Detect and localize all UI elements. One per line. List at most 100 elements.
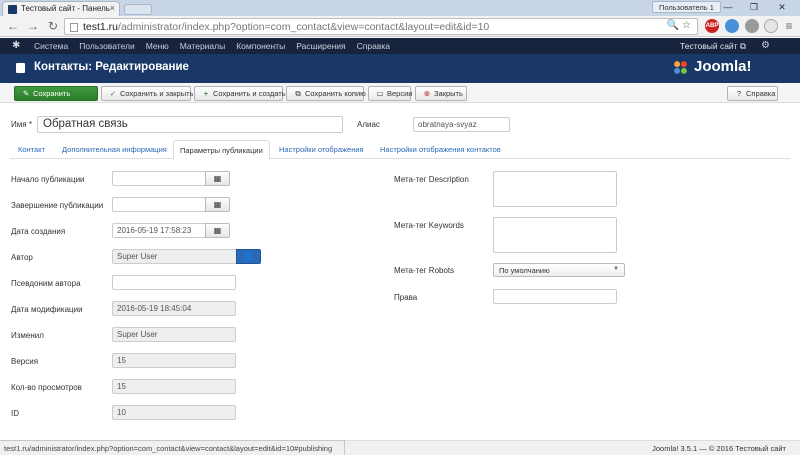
forward-icon[interactable]: → [26,19,40,33]
publish-up-calendar-button[interactable]: ▦ [205,171,230,186]
address-bar[interactable]: test1.ru/administrator/index.php?option=… [64,18,698,35]
versions-button[interactable]: ▭ Версии [368,86,412,101]
author-label: Автор [11,253,33,262]
created-input[interactable]: 2016-05-19 17:58:23 [112,223,206,238]
meta-keywords-label: Мета-тег Keywords [394,221,464,230]
cancel-icon: ⊗ [423,89,431,98]
tab-contact-display-settings[interactable]: Настройки отображения контактов [374,140,507,159]
browser-tab-title: Тестовый сайт - Панель [21,4,110,13]
meta-robots-select[interactable]: По умолчанию ▼ [493,263,625,277]
browser-menu-icon[interactable]: ≡ [782,19,796,33]
publish-up-label: Начало публикации [11,175,85,184]
help-button[interactable]: ? Справка [727,86,778,101]
hits-label: Кол-во просмотров [11,383,82,392]
meta-robots-label: Мета-тег Robots [394,266,455,275]
alias-author-input[interactable] [112,275,236,290]
new-tab-button[interactable] [124,4,152,15]
calendar-icon: ▦ [213,174,222,183]
created-calendar-button[interactable]: ▦ [205,223,230,238]
menu-users[interactable]: Пользователи [79,38,134,54]
menu-help[interactable]: Справка [357,38,390,54]
id-input: 10 [112,405,236,420]
back-icon[interactable]: ← [6,19,20,33]
admin-top-nav: ✱ Система Пользователи Меню Материалы Ко… [0,38,800,54]
modified-input: 2016-05-19 18:45:04 [112,301,236,316]
publish-down-label: Завершение публикации [11,201,104,210]
save-copy-button[interactable]: ⧉ Сохранить копию [286,86,366,101]
joomla-brand-icon [674,61,687,74]
url-host: test1.ru [83,21,119,33]
window-minimize-button[interactable]: — [718,1,738,13]
save-close-button[interactable]: ✓ Сохранить и закрыть [101,86,193,101]
copy-icon: ⧉ [295,89,301,98]
menu-system[interactable]: Система [34,38,68,54]
menu-content[interactable]: Материалы [180,38,226,54]
publish-down-input[interactable] [112,197,206,212]
publish-down-calendar-button[interactable]: ▦ [205,197,230,212]
edit-tabs: Контакт Дополнительная информация Параме… [10,140,790,160]
tab-publishing[interactable]: Параметры публикации [173,140,270,160]
meta-description-textarea[interactable] [493,171,617,207]
close-tab-icon[interactable]: × [110,3,115,13]
plus-icon: + [203,89,209,98]
bookmark-star-icon[interactable]: 🔍 ☆ [667,20,691,31]
hits-input: 15 [112,379,236,394]
admin-menu: Система Пользователи Меню Материалы Комп… [34,38,401,54]
admin-footer: Joomla! 3.5.1 — © 2016 Тестовый сайт [344,440,800,455]
profile-badge[interactable]: Пользователь 1 [652,1,721,13]
select-author-button[interactable]: 👤 [236,249,261,264]
tab-contact[interactable]: Контакт [12,140,51,159]
page-header: Контакты: Редактирование Joomla! [0,54,800,83]
extension-icon-3[interactable] [764,19,778,33]
chevron-down-icon: ▼ [613,266,619,272]
modified-label: Дата модификации [11,305,83,314]
tab-misc-info[interactable]: Дополнительная информация [56,140,173,159]
version-input: 15 [112,353,236,368]
created-label: Дата создания [11,227,66,236]
version-label: Версия [11,357,39,366]
save-new-button[interactable]: + Сохранить и создать [194,86,286,101]
browser-tab-strip: Тестовый сайт - Панель × Пользователь 1 … [0,0,800,16]
contact-icon [16,63,25,73]
name-input[interactable]: Обратная связь [37,116,343,133]
save-button[interactable]: ✎ Сохранить [14,86,98,101]
menu-components[interactable]: Компоненты [236,38,285,54]
window-maximize-button[interactable]: ❐ [744,1,764,13]
window-close-button[interactable]: ✕ [772,1,792,13]
check-icon: ✓ [109,89,117,98]
id-label: ID [11,409,19,418]
meta-robots-value: По умолчанию [499,266,550,275]
publish-up-input[interactable] [112,171,206,186]
alias-input[interactable]: obratnaya-svyaz [413,117,510,132]
browser-tab[interactable]: Тестовый сайт - Панель × [2,1,120,16]
joomla-logo-icon[interactable]: ✱ [12,41,22,51]
name-label: Имя * [11,120,32,129]
close-button[interactable]: ⊗ Закрыть [415,86,467,101]
reload-icon[interactable]: ↻ [46,19,60,33]
joomla-favicon-icon [8,5,17,14]
menu-extensions[interactable]: Расширения [296,38,345,54]
rights-label: Права [394,293,418,302]
menu-menus[interactable]: Меню [146,38,169,54]
rights-input[interactable] [493,289,617,304]
extension-icon-2[interactable] [745,19,759,33]
browser-status-bar: test1.ru/administrator/index.php?option=… [0,440,345,455]
extension-icon[interactable] [725,19,739,33]
question-icon: ? [736,89,742,98]
url-path: /administrator/index.php?option=com_cont… [118,21,490,33]
adblock-extension-icon[interactable]: ABP [705,19,719,33]
modified-by-input: Super User [112,327,236,342]
browser-toolbar: ← → ↻ test1.ru/administrator/index.php?o… [0,16,800,37]
user-icon: 👤 [243,252,254,261]
modified-by-label: Изменил [11,331,44,340]
user-menu-gear-icon[interactable]: ⚙ [761,38,770,54]
page-icon [70,23,78,32]
save-icon: ✎ [22,89,30,98]
alias-author-label: Псевдоним автора [11,279,81,288]
site-link[interactable]: Тестовый сайт ⧉ [680,38,746,54]
author-input: Super User [112,249,237,264]
meta-keywords-textarea[interactable] [493,217,617,253]
archive-icon: ▭ [376,89,384,98]
footer-text: Joomla! 3.5.1 — © 2016 Тестовый сайт [652,444,786,453]
tab-display-settings[interactable]: Настройки отображения [273,140,370,159]
